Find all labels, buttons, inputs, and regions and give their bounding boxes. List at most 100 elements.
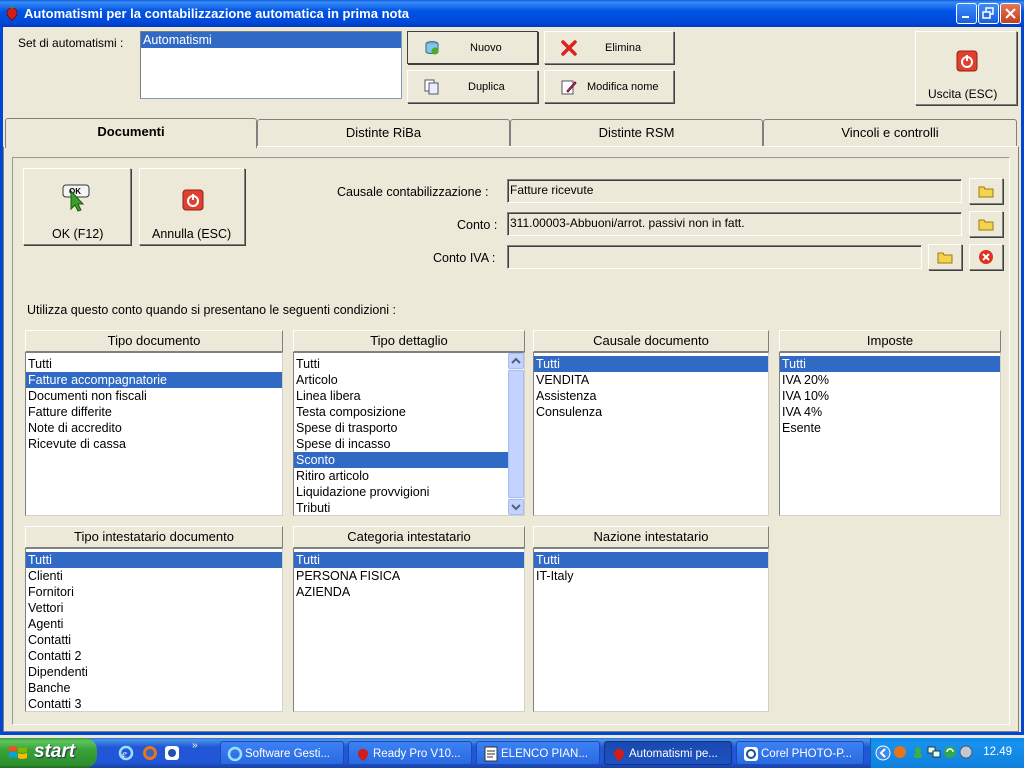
list-item[interactable]: Fornitori — [26, 584, 282, 600]
list-item[interactable]: Fatture differite — [26, 404, 282, 420]
tab-documenti[interactable]: Documenti — [5, 118, 257, 148]
tipo-intestatario-list[interactable]: Tutti Clienti Fornitori Vettori Agenti C… — [25, 548, 283, 712]
task-automatismi[interactable]: Automatismi pe... — [604, 741, 732, 765]
task-ready-pro[interactable]: Ready Pro V10... — [348, 741, 472, 765]
nazione-intestatario-list[interactable]: Tutti IT-Italy — [533, 548, 769, 712]
list-item[interactable]: Tutti — [534, 552, 768, 568]
modifica-nome-button[interactable]: Modifica nome — [544, 70, 674, 103]
tab-distinte-rsm[interactable]: Distinte RSM — [510, 119, 763, 147]
causale-browse-button[interactable] — [969, 178, 1003, 204]
list-item[interactable]: Tutti — [780, 356, 1000, 372]
security-tray-icon[interactable] — [959, 745, 973, 759]
tray-expand-icon[interactable] — [875, 745, 891, 761]
list-item[interactable]: Vettori — [26, 600, 282, 616]
categoria-intestatario-list[interactable]: Tutti PERSONA FISICA AZIENDA — [293, 548, 525, 712]
list-item[interactable]: Assistenza — [534, 388, 768, 404]
list-item[interactable]: Ricevute di cassa — [26, 436, 282, 452]
list-item[interactable]: PERSONA FISICA — [294, 568, 524, 584]
list-item[interactable]: IVA 10% — [780, 388, 1000, 404]
close-button[interactable] — [1000, 3, 1021, 24]
chevron-up-icon — [511, 357, 521, 364]
conto-label: Conto : — [457, 218, 498, 232]
tab-distinte-riba[interactable]: Distinte RiBa — [257, 119, 510, 147]
list-item[interactable]: Tutti — [294, 552, 524, 568]
list-item[interactable]: Testa composizione — [294, 404, 508, 420]
firefox-tray-icon[interactable] — [893, 745, 907, 759]
media-quicklaunch-icon[interactable] — [164, 745, 180, 761]
conto-iva-field[interactable] — [507, 245, 922, 269]
list-item[interactable]: IT-Italy — [534, 568, 768, 584]
tipo-documento-list[interactable]: Tutti Fatture accompagnatorie Documenti … — [25, 352, 283, 516]
list-item[interactable]: Spese di incasso — [294, 436, 508, 452]
minimize-button[interactable] — [956, 3, 977, 24]
task-elenco-piani[interactable]: ELENCO PIAN... — [476, 741, 600, 765]
taskbar: start e » Software Gesti... Ready Pro V1… — [0, 738, 1024, 768]
panel-imposte: Imposte Tutti IVA 20% IVA 10% IVA 4% Ese… — [779, 330, 1001, 518]
list-item[interactable]: Note di accredito — [26, 420, 282, 436]
conto-iva-browse-button[interactable] — [928, 244, 962, 270]
list-item[interactable]: Documenti non fiscali — [26, 388, 282, 404]
conto-iva-clear-button[interactable] — [969, 244, 1003, 270]
chevron-more-icon[interactable]: » — [192, 740, 198, 751]
scroll-thumb[interactable] — [508, 370, 524, 498]
list-item[interactable]: VENDITA — [534, 372, 768, 388]
list-item[interactable]: Linea libera — [294, 388, 508, 404]
list-item[interactable]: Liquidazione provvigioni — [294, 484, 508, 500]
list-item[interactable]: Spese di trasporto — [294, 420, 508, 436]
set-listbox[interactable]: Automatismi — [140, 31, 402, 99]
list-item[interactable]: Contatti — [26, 632, 282, 648]
start-label: start — [34, 741, 76, 762]
list-item[interactable]: AZIENDA — [294, 584, 524, 600]
scroll-down-button[interactable] — [508, 499, 524, 515]
panel-title: Categoria intestatario — [293, 526, 525, 548]
tab-vincoli-controlli[interactable]: Vincoli e controlli — [763, 119, 1017, 147]
list-item[interactable]: Tributi — [294, 500, 508, 515]
condizioni-text: Utilizza questo conto quando si presenta… — [27, 303, 396, 317]
list-item[interactable]: Automatismi — [141, 32, 401, 48]
list-item[interactable]: Esente — [780, 420, 1000, 436]
title-bar[interactable]: Automatismi per la contabilizzazione aut… — [0, 0, 1024, 27]
list-item[interactable]: IVA 20% — [780, 372, 1000, 388]
list-item[interactable]: Agenti — [26, 616, 282, 632]
task-corel-photo-paint[interactable]: Corel PHOTO-P... — [736, 741, 864, 765]
list-item[interactable]: Contatti 2 — [26, 648, 282, 664]
uscita-button[interactable]: Uscita (ESC) — [915, 31, 1017, 105]
list-item[interactable]: IVA 4% — [780, 404, 1000, 420]
messenger-tray-icon[interactable] — [911, 745, 925, 759]
uscita-label: Uscita (ESC) — [928, 87, 998, 101]
network-tray-icon[interactable] — [927, 745, 941, 759]
list-item[interactable]: Ritiro articolo — [294, 468, 508, 484]
task-software-gestionale[interactable]: Software Gesti... — [220, 741, 344, 765]
causale-field[interactable]: Fatture ricevute — [507, 179, 962, 203]
list-item[interactable]: Dipendenti — [26, 664, 282, 680]
conto-browse-button[interactable] — [969, 211, 1003, 237]
list-item[interactable]: Tutti — [294, 356, 508, 372]
list-item[interactable]: Tutti — [26, 356, 282, 372]
list-item[interactable]: Tutti — [534, 356, 768, 372]
causale-documento-list[interactable]: Tutti VENDITA Assistenza Consulenza — [533, 352, 769, 516]
annulla-button[interactable]: Annulla (ESC) — [139, 168, 245, 245]
list-item[interactable]: Contatti 3 — [26, 696, 282, 711]
list-item[interactable]: Consulenza — [534, 404, 768, 420]
restore-icon — [982, 7, 994, 19]
list-item[interactable]: Clienti — [26, 568, 282, 584]
list-item[interactable]: Sconto — [294, 452, 508, 468]
sync-tray-icon[interactable] — [943, 745, 957, 759]
elimina-button[interactable]: Elimina — [544, 31, 674, 64]
list-item[interactable]: Fatture accompagnatorie — [26, 372, 282, 388]
duplica-button[interactable]: Duplica — [407, 70, 538, 103]
tipo-dettaglio-list[interactable]: Tutti Articolo Linea libera Testa compos… — [293, 352, 525, 516]
firefox-quicklaunch-icon[interactable] — [142, 745, 158, 761]
list-item[interactable]: Articolo — [294, 372, 508, 388]
nuovo-button[interactable]: Nuovo — [407, 31, 538, 64]
list-item[interactable]: Banche — [26, 680, 282, 696]
ok-button[interactable]: OK OK (F12) — [23, 168, 131, 245]
tipo-dettaglio-scrollbar[interactable] — [508, 353, 524, 515]
scroll-up-button[interactable] — [508, 353, 524, 369]
imposte-list[interactable]: Tutti IVA 20% IVA 10% IVA 4% Esente — [779, 352, 1001, 516]
start-button[interactable]: start — [0, 738, 97, 768]
conto-field[interactable]: 311.00003-Abbuoni/arrot. passivi non in … — [507, 212, 962, 236]
ie-quicklaunch-icon[interactable]: e — [118, 745, 134, 761]
list-item[interactable]: Tutti — [26, 552, 282, 568]
restore-button[interactable] — [978, 3, 999, 24]
